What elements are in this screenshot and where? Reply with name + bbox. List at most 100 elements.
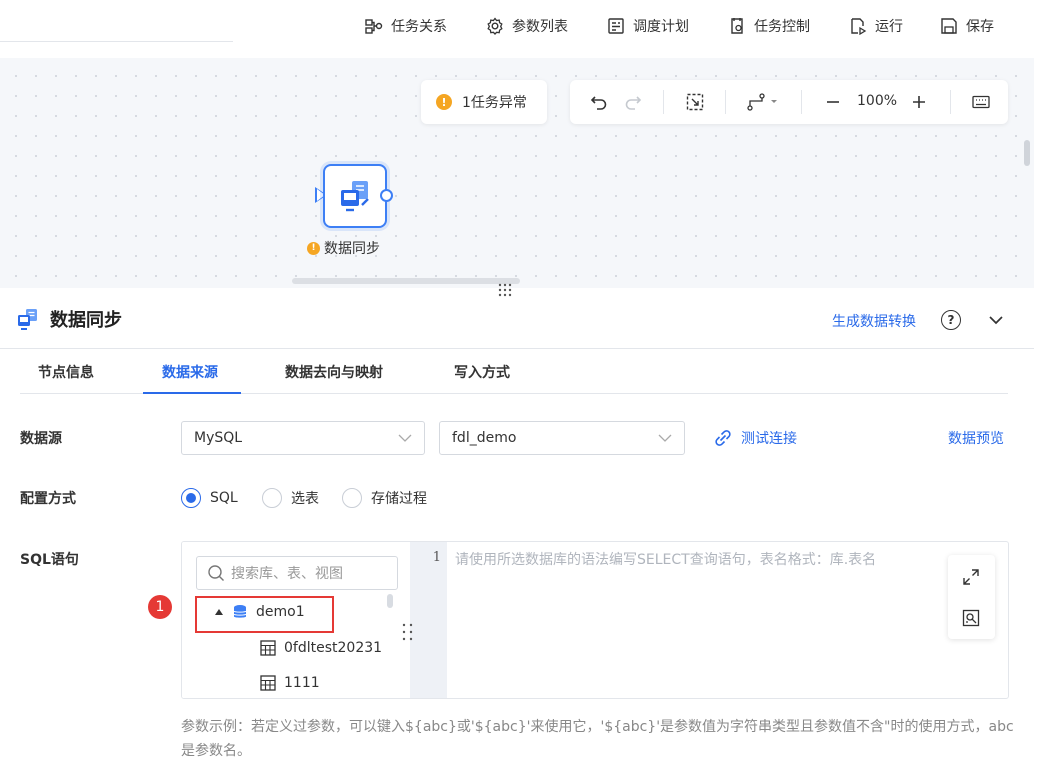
data-preview-link[interactable]: 数据预览 <box>948 428 1004 448</box>
node-warning-icon: ! <box>307 241 320 255</box>
canvas-horizontal-scrollbar[interactable] <box>292 278 520 284</box>
canvas-tools: 100% <box>570 80 1008 124</box>
schedule-plan-label: 调度计划 <box>633 19 689 35</box>
tree-table-label: 1111 <box>284 675 320 691</box>
tree-scrollbar[interactable] <box>387 594 393 608</box>
task-control-label: 任务控制 <box>754 19 810 35</box>
table-icon <box>260 675 276 691</box>
datasource-connection-value: fdl_demo <box>452 430 517 446</box>
radio-stored-procedure[interactable]: 存储过程 <box>342 488 427 508</box>
pane-resize-handle-icon[interactable] <box>400 622 416 642</box>
sql-statement-label: SQL语句 <box>20 552 79 568</box>
relation-icon <box>365 19 383 34</box>
editor-side-tools <box>948 555 995 639</box>
schedule-plan-button[interactable]: 调度计划 <box>607 14 689 38</box>
tool-divider <box>950 90 951 114</box>
node-caption: ! 数据同步 <box>307 238 380 258</box>
test-connection-text: 测试连接 <box>741 431 797 447</box>
radio-dot <box>262 488 282 508</box>
panel-divider <box>0 348 1034 349</box>
panel-title: 数据同步 <box>16 306 122 332</box>
save-button[interactable]: 保存 <box>940 14 994 38</box>
search-icon <box>208 565 224 581</box>
tool-divider <box>725 90 726 114</box>
task-control-button[interactable]: 任务控制 <box>728 14 810 38</box>
generate-transform-link[interactable]: 生成数据转换 <box>832 311 916 331</box>
task-control-icon <box>731 18 743 34</box>
zoom-level: 100% <box>857 93 898 109</box>
app-root: 任务关系 参数列表 调度计划 任务控制 运行 保存 ! 1任务异常 100% !… <box>0 0 1041 780</box>
radio-select-table-label: 选表 <box>291 491 319 507</box>
datasource-type-value: MySQL <box>194 430 243 446</box>
datasource-label: 数据源 <box>20 431 62 447</box>
param-list-label: 参数列表 <box>512 19 568 35</box>
sql-code-placeholder[interactable]: 请使用所选数据库的语法编写SELECT查询语句，表名格式：库.表名 <box>455 549 876 569</box>
tab-data-target-mapping[interactable]: 数据去向与映射 <box>285 362 383 382</box>
radio-stored-procedure-label: 存储过程 <box>371 491 427 507</box>
run-label: 运行 <box>875 19 903 35</box>
line-style-dropdown[interactable] <box>745 90 781 114</box>
node-output-port[interactable] <box>380 189 393 202</box>
zoom-out-icon[interactable] <box>821 90 845 114</box>
node-label: 数据同步 <box>324 241 380 257</box>
line-number-gutter: 1 <box>410 542 447 698</box>
panel-title-text: 数据同步 <box>50 310 122 331</box>
tree-table-row[interactable]: 1111 <box>260 675 320 691</box>
line-number: 1 <box>432 550 441 565</box>
keyboard-icon[interactable] <box>969 90 993 114</box>
tree-table-label: 0fdltest20231 <box>284 640 383 656</box>
radio-dot <box>181 488 201 508</box>
radio-sql-label: SQL <box>210 490 238 506</box>
annotation-step-badge: 1 <box>148 595 172 619</box>
chevron-down-icon <box>398 434 412 442</box>
data-sync-node[interactable] <box>323 164 387 228</box>
table-icon <box>260 640 276 656</box>
format-sql-icon[interactable] <box>962 609 980 627</box>
expand-icon[interactable] <box>962 568 980 586</box>
save-label: 保存 <box>966 19 994 35</box>
top-divider <box>0 41 233 42</box>
test-connection-link[interactable]: 测试连接 <box>714 428 797 448</box>
tool-divider <box>801 90 802 114</box>
datasource-type-select[interactable]: MySQL <box>181 421 425 455</box>
zoom-in-icon[interactable] <box>907 90 931 114</box>
tab-data-source[interactable]: 数据来源 <box>162 362 218 382</box>
tree-search-input[interactable]: 搜索库、表、视图 <box>196 556 398 590</box>
run-button[interactable]: 运行 <box>849 14 903 38</box>
canvas-vertical-scrollbar[interactable] <box>1024 140 1030 166</box>
undo-icon[interactable] <box>587 90 611 114</box>
task-warning-text: 1任务异常 <box>462 95 527 111</box>
datasource-connection-select[interactable]: fdl_demo <box>439 421 685 455</box>
radio-dot <box>342 488 362 508</box>
param-list-button[interactable]: 参数列表 <box>486 14 568 38</box>
task-relation-label: 任务关系 <box>391 19 447 35</box>
resize-grip-icon[interactable] <box>496 283 514 297</box>
warning-icon: ! <box>436 94 452 110</box>
schedule-icon <box>608 18 624 34</box>
top-toolbar: 任务关系 参数列表 调度计划 任务控制 运行 保存 <box>0 0 1041 58</box>
active-tab-indicator <box>143 392 241 394</box>
collapse-chevron-icon[interactable] <box>987 313 1005 327</box>
radio-sql[interactable]: SQL <box>181 488 238 508</box>
radio-select-table[interactable]: 选表 <box>262 488 319 508</box>
data-sync-icon <box>341 181 369 212</box>
tab-node-info[interactable]: 节点信息 <box>38 362 94 382</box>
help-icon[interactable]: ? <box>941 310 961 330</box>
tool-divider <box>663 90 664 114</box>
task-warning-pill[interactable]: ! 1任务异常 <box>421 80 547 124</box>
fit-view-icon[interactable] <box>683 90 707 114</box>
data-sync-icon <box>18 309 37 330</box>
annotation-highlight-box <box>195 596 334 633</box>
gear-icon <box>487 17 503 35</box>
task-relation-button[interactable]: 任务关系 <box>365 14 447 38</box>
run-icon <box>851 18 867 35</box>
param-hint-text: 参数示例：若定义过参数，可以键入${abc}或'${abc}'来使用它，'${a… <box>181 719 1014 759</box>
tab-write-mode[interactable]: 写入方式 <box>454 362 510 382</box>
config-mode-label: 配置方式 <box>20 491 76 507</box>
save-icon <box>941 18 957 34</box>
tree-table-row[interactable]: 0fdltest20231 <box>260 640 382 656</box>
search-placeholder: 搜索库、表、视图 <box>231 566 343 582</box>
link-icon <box>715 430 731 446</box>
chevron-down-icon <box>658 434 672 442</box>
redo-icon[interactable] <box>621 90 645 114</box>
